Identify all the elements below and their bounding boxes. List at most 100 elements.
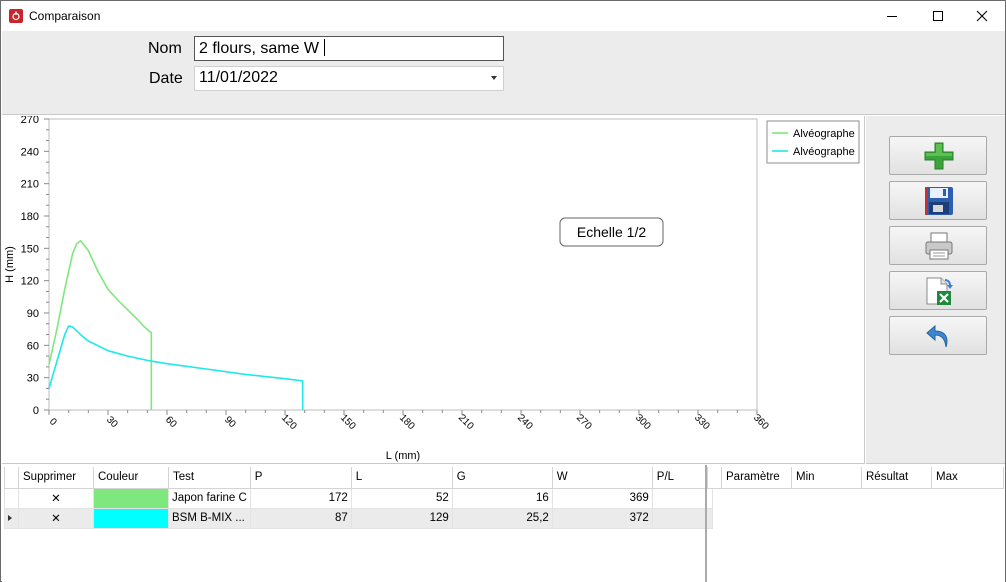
test-cell: Japon farine C bbox=[168, 487, 251, 509]
window-title: Comparaison bbox=[29, 9, 101, 23]
y-tick-label: 150 bbox=[21, 243, 39, 255]
col-resultat[interactable]: Résultat bbox=[861, 467, 932, 489]
col-supprimer[interactable]: Supprimer bbox=[18, 467, 94, 489]
y-tick-label: 210 bbox=[21, 179, 39, 191]
text-caret bbox=[324, 39, 326, 56]
x-tick-label: 150 bbox=[338, 412, 358, 432]
date-label: Date bbox=[149, 70, 183, 87]
parameters-table-header: Paramètre Min Résultat Max bbox=[707, 467, 1004, 489]
add-button[interactable] bbox=[889, 136, 987, 175]
col-pl[interactable]: P/L bbox=[651, 467, 713, 489]
plus-icon bbox=[924, 142, 954, 170]
results-grid-panel: Supprimer Couleur Test P L G W P/L ✕ Jap… bbox=[2, 465, 1005, 582]
floppy-disk-icon bbox=[925, 187, 953, 215]
pl-cell bbox=[651, 487, 713, 509]
row-indicator-header bbox=[4, 467, 19, 489]
delete-row-button[interactable]: ✕ bbox=[18, 487, 94, 509]
l-cell: 52 bbox=[350, 487, 453, 509]
col-test[interactable]: Test bbox=[168, 467, 251, 489]
printer-icon bbox=[925, 232, 953, 260]
row-indicator bbox=[4, 487, 19, 509]
col-couleur[interactable]: Couleur bbox=[93, 467, 169, 489]
minimize-button[interactable] bbox=[869, 1, 915, 31]
print-button[interactable] bbox=[889, 226, 987, 265]
y-tick-label: 120 bbox=[21, 276, 39, 288]
nom-input[interactable]: 2 flours, same W bbox=[194, 36, 504, 61]
dropdown-arrow-icon[interactable] bbox=[491, 76, 497, 80]
annotation-text: Echelle 1/2 bbox=[577, 224, 646, 240]
color-swatch[interactable] bbox=[93, 487, 169, 509]
x-tick-label: 360 bbox=[751, 412, 771, 432]
x-tick-label: 300 bbox=[633, 412, 653, 432]
x-tick-label: 60 bbox=[163, 414, 179, 430]
y-tick-label: 240 bbox=[21, 146, 39, 158]
current-row-icon bbox=[8, 515, 12, 521]
y-tick-label: 30 bbox=[27, 373, 39, 385]
y-tick-label: 90 bbox=[27, 308, 39, 320]
x-tick-label: 330 bbox=[692, 412, 712, 432]
close-button[interactable] bbox=[959, 1, 1005, 31]
nom-label: Nom bbox=[148, 40, 182, 57]
title-bar: Comparaison bbox=[1, 1, 1005, 31]
y-axis-label: H (mm) bbox=[4, 246, 16, 283]
y-tick-label: 270 bbox=[21, 116, 39, 126]
x-tick-label: 240 bbox=[515, 412, 535, 432]
col-min[interactable]: Min bbox=[791, 467, 862, 489]
undo-arrow-icon bbox=[926, 324, 948, 348]
alveograph-chart: 0 30 60 90 120 150 180 210 240 270 0 30 60 90 120 150 18… bbox=[4, 114, 860, 462]
delete-row-button[interactable]: ✕ bbox=[18, 507, 94, 529]
col-max[interactable]: Max bbox=[931, 467, 1004, 489]
color-swatch[interactable] bbox=[93, 507, 169, 529]
header-form: Nom 2 flours, same W Date 11/01/2022 bbox=[2, 31, 1005, 115]
chart-panel: 0 30 60 90 120 150 180 210 240 270 0 30 60 90 120 150 18… bbox=[2, 114, 865, 464]
test-cell: BSM B-MIX ... bbox=[168, 507, 251, 529]
y-tick-label: 0 bbox=[33, 405, 39, 417]
legend-entry: Alvéographe bbox=[793, 146, 855, 158]
save-button[interactable] bbox=[889, 181, 987, 220]
action-panel bbox=[866, 116, 1005, 464]
y-tick-label: 180 bbox=[21, 211, 39, 223]
row-indicator bbox=[4, 507, 19, 529]
back-button[interactable] bbox=[889, 316, 987, 355]
chart-legend: Alvéographe Alvéographe bbox=[766, 120, 860, 164]
tests-table-header: Supprimer Couleur Test P L G W P/L bbox=[4, 467, 713, 489]
x-tick-label: 30 bbox=[104, 414, 120, 430]
maximize-button[interactable] bbox=[915, 1, 961, 31]
l-cell: 129 bbox=[350, 507, 453, 529]
pl-cell bbox=[651, 507, 713, 529]
nom-value: 2 flours, same W bbox=[199, 40, 320, 57]
legend-entry: Alvéographe bbox=[793, 128, 855, 140]
tests-table: Supprimer Couleur Test P L G W P/L ✕ Jap… bbox=[4, 467, 713, 529]
date-value: 11/01/2022 bbox=[199, 69, 278, 86]
export-excel-button[interactable] bbox=[889, 271, 987, 310]
table-row[interactable]: ✕ BSM B-MIX ... 87 129 25,2 372 bbox=[4, 507, 713, 529]
excel-export-icon bbox=[926, 277, 953, 305]
comparaison-window: Comparaison Nom 2 flours, same W Date 11… bbox=[0, 0, 1006, 582]
x-tick-label: 120 bbox=[279, 412, 299, 432]
col-l[interactable]: L bbox=[350, 467, 453, 489]
parameters-table: Paramètre Min Résultat Max bbox=[707, 467, 1004, 489]
w-cell: 372 bbox=[551, 507, 653, 529]
plot-area bbox=[48, 118, 758, 411]
param-indicator-header bbox=[707, 467, 722, 489]
x-tick-label: 180 bbox=[397, 412, 417, 432]
y-tick-label: 60 bbox=[27, 340, 39, 352]
x-tick-label: 270 bbox=[574, 412, 594, 432]
p-cell: 172 bbox=[249, 487, 352, 509]
col-w[interactable]: W bbox=[551, 467, 653, 489]
scale-annotation: Echelle 1/2 bbox=[559, 217, 664, 247]
x-tick-label: 210 bbox=[456, 412, 476, 432]
x-tick-label: 0 bbox=[47, 416, 59, 428]
col-g[interactable]: G bbox=[451, 467, 553, 489]
p-cell: 87 bbox=[249, 507, 352, 529]
date-dropdown[interactable]: 11/01/2022 bbox=[194, 66, 504, 91]
table-row[interactable]: ✕ Japon farine C 172 52 16 369 bbox=[4, 487, 713, 509]
x-axis-label: L (mm) bbox=[386, 450, 420, 462]
g-cell: 16 bbox=[451, 487, 553, 509]
g-cell: 25,2 bbox=[451, 507, 553, 529]
x-tick-label: 90 bbox=[222, 414, 238, 430]
app-logo-icon bbox=[9, 9, 23, 23]
col-p[interactable]: P bbox=[249, 467, 352, 489]
w-cell: 369 bbox=[551, 487, 653, 509]
col-parametre[interactable]: Paramètre bbox=[721, 467, 792, 489]
